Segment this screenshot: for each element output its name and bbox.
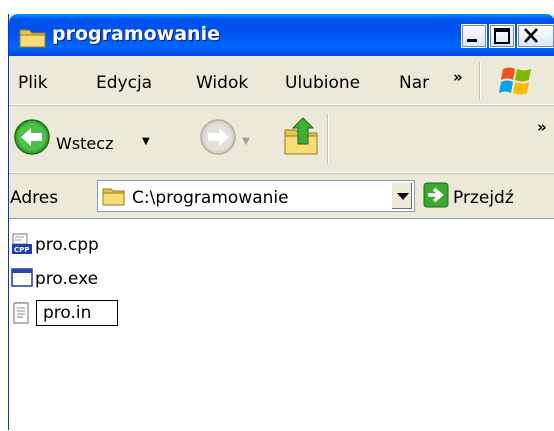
go-button-label[interactable]: Przejdź xyxy=(453,188,514,208)
file-list: CPP pro.cpp pro.exe pro.in xyxy=(9,218,554,431)
address-value[interactable]: C:\programowanie xyxy=(132,188,289,208)
explorer-window: programowanie Plik Edycja Widok Ulubione… xyxy=(8,14,554,431)
close-button[interactable] xyxy=(517,24,554,48)
toolbar-separator xyxy=(327,114,329,164)
text-file-icon xyxy=(11,301,33,329)
window-title: programowanie xyxy=(52,23,220,45)
address-label: Adres xyxy=(10,188,59,208)
menu-widok[interactable]: Widok xyxy=(196,73,248,93)
svg-text:CPP: CPP xyxy=(14,246,29,254)
menu-bar: Plik Edycja Widok Ulubione Nar » xyxy=(9,56,554,105)
minimize-button[interactable] xyxy=(461,24,487,48)
forward-arrow-icon[interactable] xyxy=(199,118,237,160)
toolbar: Wstecz ▼ ▼ » xyxy=(9,106,554,173)
forward-dropdown-icon[interactable]: ▼ xyxy=(242,136,250,147)
windows-logo-icon xyxy=(497,63,537,103)
back-button-label[interactable]: Wstecz xyxy=(56,134,113,153)
menu-separator xyxy=(479,62,481,100)
menu-narzedzia[interactable]: Nar xyxy=(399,73,429,93)
address-field[interactable]: C:\programowanie xyxy=(97,180,415,212)
folder-up-icon[interactable] xyxy=(283,116,321,160)
file-name[interactable]: pro.exe xyxy=(35,269,98,289)
folder-icon xyxy=(19,26,47,52)
menu-ulubione[interactable]: Ulubione xyxy=(285,73,360,93)
menu-plik[interactable]: Plik xyxy=(18,73,48,93)
cpp-file-icon: CPP xyxy=(11,233,33,259)
address-dropdown-button[interactable] xyxy=(391,182,413,210)
go-arrow-icon[interactable] xyxy=(423,182,449,212)
back-arrow-icon[interactable] xyxy=(13,118,51,160)
toolbar-chevron-icon[interactable]: » xyxy=(537,118,547,136)
menu-edycja[interactable]: Edycja xyxy=(96,73,152,93)
title-bar[interactable]: programowanie xyxy=(9,14,554,56)
maximize-button[interactable] xyxy=(489,24,515,48)
chevron-down-icon xyxy=(397,193,409,200)
menu-chevron-icon[interactable]: » xyxy=(453,68,463,86)
back-dropdown-icon[interactable]: ▼ xyxy=(142,136,150,147)
address-bar: Adres C:\programowanie Przejdź xyxy=(9,174,554,216)
folder-icon xyxy=(102,186,126,210)
file-name[interactable]: pro.in xyxy=(35,300,119,326)
file-name[interactable]: pro.cpp xyxy=(35,235,99,255)
exe-file-icon xyxy=(11,267,33,293)
